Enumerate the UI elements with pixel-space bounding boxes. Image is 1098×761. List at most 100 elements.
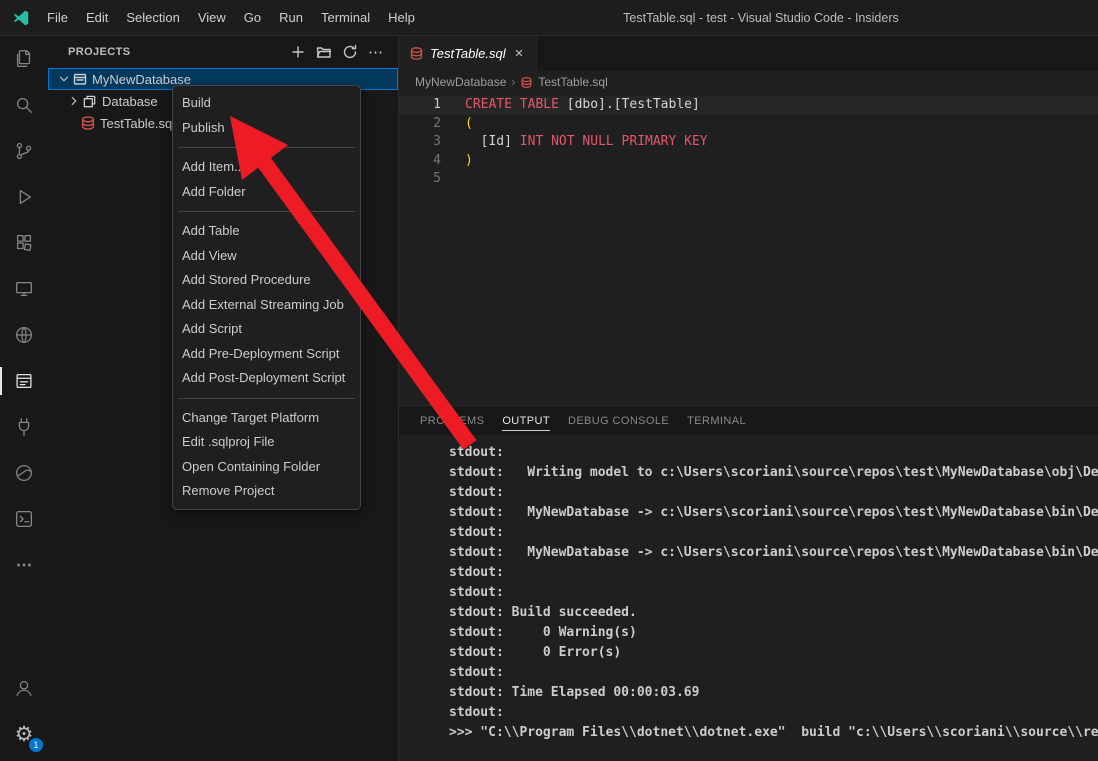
code-line: 4 ) (399, 152, 1098, 171)
extensions-icon (13, 232, 35, 254)
menu-item-add-stored-procedure[interactable]: Add Stored Procedure (173, 268, 360, 293)
settings-button[interactable]: ⚙ 1 (0, 711, 48, 757)
search-icon (13, 94, 35, 116)
line-number: 1 (399, 96, 465, 115)
menu-item-add-table[interactable]: Add Table (173, 219, 360, 244)
project-icon (72, 71, 92, 87)
more-actions-button[interactable]: ⋯ (364, 40, 388, 64)
menu-item-add-item[interactable]: Add Item... (173, 155, 360, 180)
terminal-view-button[interactable] (0, 496, 48, 542)
sql-file-icon (520, 76, 533, 89)
tree-item-label: Database (102, 94, 158, 109)
sql-file-icon (80, 115, 100, 131)
menu-item-add-post-deployment-script[interactable]: Add Post-Deployment Script (173, 366, 360, 391)
refresh-icon (342, 44, 358, 60)
remote-explorer-button[interactable] (0, 266, 48, 312)
branch-icon (13, 140, 35, 162)
ellipsis-icon: ⋯ (368, 43, 384, 61)
menu-terminal[interactable]: Terminal (312, 1, 379, 35)
account-icon (13, 677, 35, 699)
breadcrumb-project[interactable]: MyNewDatabase (415, 75, 506, 89)
code-line: 2 ( (399, 115, 1098, 134)
close-tab-icon[interactable]: × (512, 44, 527, 63)
database-projects-button[interactable] (0, 358, 48, 404)
source-control-button[interactable] (0, 128, 48, 174)
sidebar-header: PROJECTS ⋯ (48, 36, 398, 68)
tab-label: TestTable.sql (430, 46, 506, 61)
chevron-separator-icon: › (511, 75, 515, 89)
web-view-button[interactable] (0, 312, 48, 358)
output-line: stdout: Writing model to c:\Users\scoria… (449, 463, 1098, 483)
code-line: 1 CREATE TABLE [dbo].[TestTable] (399, 96, 1098, 115)
chevron-down-icon[interactable] (56, 72, 72, 86)
title-bar: File Edit Selection View Go Run Terminal… (0, 0, 1098, 36)
play-icon (13, 186, 35, 208)
sphere-icon (13, 462, 35, 484)
vscode-window: File Edit Selection View Go Run Terminal… (0, 0, 1098, 761)
menu-file[interactable]: File (38, 1, 77, 35)
files-icon (13, 48, 35, 70)
menu-item-publish[interactable]: Publish (173, 116, 360, 141)
menu-item-edit-sqlproj-file[interactable]: Edit .sqlproj File (173, 430, 360, 455)
extensions-button[interactable] (0, 220, 48, 266)
plus-icon (290, 44, 306, 60)
tab-terminal[interactable]: TERMINAL (678, 406, 755, 435)
explorer-button[interactable] (0, 36, 48, 82)
output-line: stdout: Time Elapsed 00:00:03.69 (449, 683, 1098, 703)
sql-connections-button[interactable] (0, 404, 48, 450)
open-project-button[interactable] (312, 40, 336, 64)
menu-item-change-target-platform[interactable]: Change Target Platform (173, 406, 360, 431)
menu-item-add-folder[interactable]: Add Folder (173, 180, 360, 205)
output-line: stdout: (449, 663, 1098, 683)
chevron-right-icon[interactable] (66, 94, 82, 108)
line-number: 4 (399, 152, 465, 171)
settings-badge: 1 (29, 738, 43, 752)
menu-item-build[interactable]: Build (173, 91, 360, 116)
menu-item-add-view[interactable]: Add View (173, 244, 360, 269)
output-line: stdout: (449, 443, 1098, 463)
more-views-button[interactable] (0, 542, 48, 588)
globe-icon (13, 324, 35, 346)
sidebar-title: PROJECTS (68, 46, 286, 58)
output-line: stdout: MyNewDatabase -> c:\Users\scoria… (449, 503, 1098, 523)
menu-go[interactable]: Go (235, 1, 270, 35)
line-number: 3 (399, 133, 465, 152)
code-line: 3 [Id] INT NOT NULL PRIMARY KEY (399, 133, 1098, 152)
menu-item-remove-project[interactable]: Remove Project (173, 479, 360, 504)
tab-output[interactable]: OUTPUT (493, 406, 559, 435)
tab-problems[interactable]: PROBLEMS (411, 406, 493, 435)
breadcrumb-file[interactable]: TestTable.sql (538, 75, 607, 89)
menu-run[interactable]: Run (270, 1, 312, 35)
menu-item-add-external-streaming-job[interactable]: Add External Streaming Job (173, 293, 360, 318)
bottom-panel: PROBLEMS OUTPUT DEBUG CONSOLE TERMINAL s… (399, 405, 1098, 761)
run-debug-button[interactable] (0, 174, 48, 220)
azure-button[interactable] (0, 450, 48, 496)
output-line: >>> "C:\\Program Files\\dotnet\\dotnet.e… (449, 723, 1098, 743)
project-context-menu: Build Publish Add Item... Add Folder Add… (172, 85, 361, 510)
refresh-button[interactable] (338, 40, 362, 64)
search-button[interactable] (0, 82, 48, 128)
account-button[interactable] (0, 665, 48, 711)
menu-view[interactable]: View (189, 1, 235, 35)
output-line: stdout: Build succeeded. (449, 603, 1098, 623)
new-project-button[interactable] (286, 40, 310, 64)
monitor-icon (13, 278, 35, 300)
sidebar-actions: ⋯ (286, 40, 388, 64)
output-line: stdout: 0 Warning(s) (449, 623, 1098, 643)
plug-icon (13, 416, 35, 438)
output-console[interactable]: stdout: stdout: Writing model to c:\User… (399, 435, 1098, 761)
tab-testtable-sql[interactable]: TestTable.sql × (399, 36, 537, 71)
menu-item-open-containing-folder[interactable]: Open Containing Folder (173, 455, 360, 480)
terminal-icon (13, 508, 35, 530)
code-editor[interactable]: 1 CREATE TABLE [dbo].[TestTable] 2 ( 3 [… (399, 93, 1098, 405)
menu-selection[interactable]: Selection (117, 1, 188, 35)
menu-item-add-pre-deployment-script[interactable]: Add Pre-Deployment Script (173, 342, 360, 367)
menu-separator (178, 147, 355, 148)
output-line: stdout: (449, 583, 1098, 603)
tab-bar: TestTable.sql × (399, 36, 1098, 71)
menu-help[interactable]: Help (379, 1, 424, 35)
tab-debug-console[interactable]: DEBUG CONSOLE (559, 406, 678, 435)
menu-edit[interactable]: Edit (77, 1, 117, 35)
menu-item-add-script[interactable]: Add Script (173, 317, 360, 342)
reference-icon (82, 94, 102, 109)
